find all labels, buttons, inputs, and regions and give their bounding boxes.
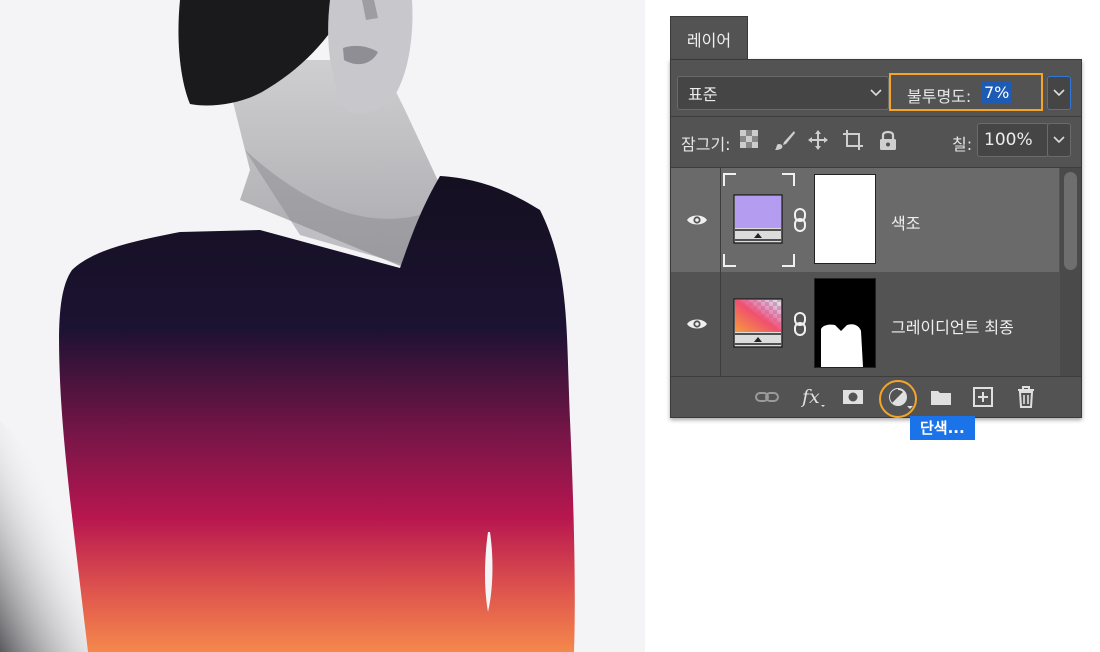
folder-group-icon[interactable] — [929, 385, 953, 409]
tab-layers[interactable]: 레이어 — [670, 16, 748, 60]
layer-row-gradient[interactable]: 그레이디언트 최종 — [671, 272, 1059, 376]
adjustment-button-highlight — [879, 380, 917, 418]
blend-mode-select[interactable]: 표준 — [677, 76, 889, 110]
new-layer-icon[interactable] — [971, 385, 995, 409]
lock-position-move-icon[interactable] — [807, 129, 829, 151]
fill-value: 100% — [984, 130, 1033, 150]
scrollbar-thumb[interactable] — [1064, 172, 1077, 270]
lock-artboard-crop-icon[interactable] — [842, 129, 864, 151]
eye-visibility-icon[interactable] — [686, 316, 708, 335]
divider — [671, 116, 1081, 117]
fill-dropdown-button[interactable] — [1047, 123, 1071, 157]
layer-list-scrollbar[interactable] — [1060, 168, 1081, 376]
gradient-thumbnail-icon — [733, 298, 783, 348]
fill-input[interactable]: 100% — [977, 123, 1049, 157]
chain-link-icon[interactable] — [793, 312, 807, 336]
chain-link-icon[interactable] — [793, 208, 807, 232]
svg-text:fx: fx — [801, 386, 820, 408]
layer-row-hue[interactable]: 색조 — [671, 168, 1059, 272]
layer-name: 그레이디언트 최종 — [891, 318, 1014, 337]
layer-mask-thumbnail[interactable] — [814, 174, 876, 264]
layer-actions-bar: fx — [671, 376, 1081, 417]
eye-visibility-icon[interactable] — [686, 212, 708, 231]
lock-image-pixels-brush-icon[interactable] — [774, 129, 796, 151]
lock-transparent-pixels-icon[interactable] — [739, 129, 761, 151]
layer-mask-thumbnail[interactable] — [814, 278, 876, 368]
chevron-down-icon — [1053, 136, 1065, 144]
chevron-down-icon — [870, 84, 882, 106]
fill-label: 칠: — [952, 135, 973, 154]
canvas-photo — [0, 0, 645, 652]
divider — [720, 272, 721, 376]
trash-delete-icon[interactable] — [1014, 385, 1038, 409]
divider — [720, 168, 721, 272]
opacity-input[interactable]: 7% — [981, 82, 1013, 104]
adjustment-thumbnail-icon — [733, 194, 783, 244]
opacity-label: 불투명도: — [907, 87, 972, 106]
layers-panel: 레이어 표준 불투명도: 7% 잠그기: 칠: 100% 색조 그레이디언트 최… — [670, 16, 1082, 418]
link-layers-icon[interactable] — [755, 385, 779, 409]
lock-label: 잠그기: — [681, 135, 731, 154]
lock-all-padlock-icon[interactable] — [878, 129, 900, 151]
layer-name: 색조 — [891, 214, 921, 233]
add-mask-icon[interactable] — [841, 385, 865, 409]
chevron-down-icon — [1053, 89, 1065, 97]
blend-mode-value: 표준 — [688, 85, 718, 104]
opacity-dropdown-button[interactable] — [1047, 76, 1071, 110]
fx-layer-style-icon[interactable]: fx — [800, 385, 825, 409]
portrait-image — [0, 0, 645, 652]
tooltip-solid-color: 단색... — [910, 416, 975, 440]
mask-shape — [821, 324, 863, 367]
layer-list: 색조 그레이디언트 최종 — [671, 168, 1081, 376]
